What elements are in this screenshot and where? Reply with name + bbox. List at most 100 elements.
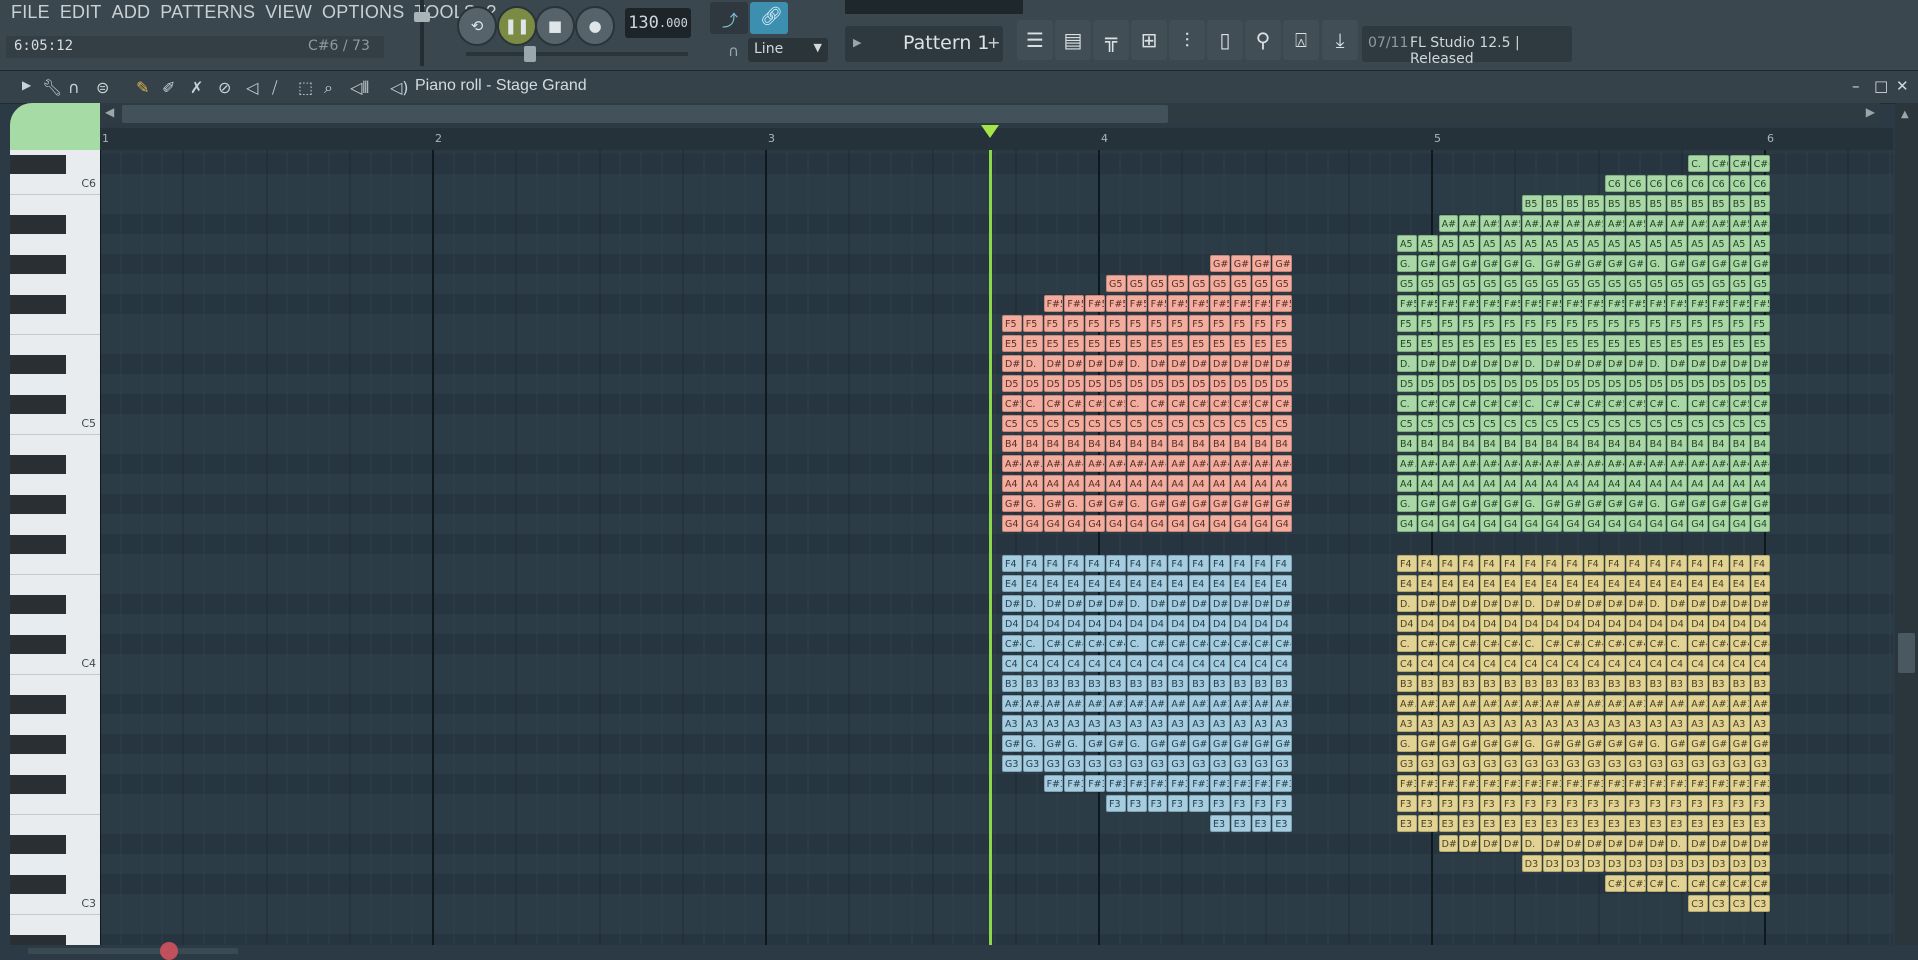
- black-key[interactable]: [10, 355, 66, 374]
- note-yellow[interactable]: G#.: [1501, 735, 1521, 752]
- note-yellow[interactable]: G#.: [1667, 735, 1688, 752]
- note-blue[interactable]: C.: [1022, 635, 1043, 652]
- note-green[interactable]: F#5: [1480, 295, 1500, 312]
- note-green[interactable]: G#.: [1688, 495, 1708, 512]
- note-green[interactable]: G5: [1501, 275, 1521, 292]
- note-blue[interactable]: F3: [1210, 795, 1230, 812]
- note-green[interactable]: A#5: [1709, 215, 1729, 232]
- menu-arrow-icon[interactable]: ▶: [22, 78, 31, 92]
- note-green[interactable]: A#5: [1459, 215, 1480, 232]
- note-yellow[interactable]: D.: [1667, 835, 1688, 852]
- menu-patterns[interactable]: PATTERNS: [155, 0, 260, 26]
- note-yellow[interactable]: D#4: [1667, 595, 1688, 612]
- note-yellow[interactable]: C.: [1667, 875, 1688, 892]
- note-blue[interactable]: A3: [1085, 715, 1105, 732]
- note-yellow[interactable]: C.: [1521, 635, 1542, 652]
- note-yellow[interactable]: D#4: [1542, 595, 1563, 612]
- note-green[interactable]: D#5: [1438, 355, 1459, 372]
- note-blue[interactable]: D#4: [1168, 595, 1189, 612]
- note-green[interactable]: A4: [1584, 475, 1604, 492]
- note-yellow[interactable]: G#.: [1605, 735, 1625, 752]
- note-green[interactable]: G4: [1605, 515, 1625, 532]
- note-red[interactable]: C5: [1085, 415, 1105, 432]
- note-yellow[interactable]: F4: [1438, 555, 1459, 572]
- note-yellow[interactable]: D#4: [1417, 595, 1438, 612]
- note-yellow[interactable]: E4: [1729, 575, 1750, 592]
- note-blue[interactable]: C4: [1106, 655, 1126, 672]
- note-yellow[interactable]: A#3: [1625, 695, 1646, 712]
- note-yellow[interactable]: B3: [1521, 675, 1542, 692]
- note-red[interactable]: F5: [1168, 315, 1189, 332]
- note-yellow[interactable]: F#3: [1709, 775, 1729, 792]
- note-red[interactable]: A#4: [1230, 455, 1251, 472]
- note-yellow[interactable]: C4: [1563, 655, 1584, 672]
- note-red[interactable]: F5: [1251, 315, 1272, 332]
- menu-file[interactable]: FILE: [6, 0, 55, 26]
- note-red[interactable]: E5: [1022, 335, 1043, 352]
- note-red[interactable]: F5: [1126, 315, 1147, 332]
- note-yellow[interactable]: D#4: [1584, 595, 1604, 612]
- note-blue[interactable]: F4: [1085, 555, 1105, 572]
- note-blue[interactable]: E4: [1043, 575, 1064, 592]
- note-yellow[interactable]: D#3: [1750, 835, 1771, 852]
- note-yellow[interactable]: E3: [1397, 815, 1417, 832]
- note-red[interactable]: D#5: [1168, 355, 1189, 372]
- note-blue[interactable]: G#.: [1106, 735, 1126, 752]
- note-red[interactable]: A4: [1043, 475, 1064, 492]
- note-red[interactable]: C#5: [1168, 395, 1189, 412]
- note-red[interactable]: D#5: [1043, 355, 1064, 372]
- note-yellow[interactable]: C4: [1542, 655, 1563, 672]
- note-green[interactable]: F#5: [1729, 295, 1750, 312]
- note-yellow[interactable]: F4: [1605, 555, 1625, 572]
- note-red[interactable]: F#5: [1210, 295, 1230, 312]
- note-yellow[interactable]: A3: [1709, 715, 1729, 732]
- note-green[interactable]: G#.: [1625, 255, 1646, 272]
- note-yellow[interactable]: D4: [1438, 615, 1459, 632]
- note-red[interactable]: G4: [1043, 515, 1064, 532]
- download-button[interactable]: ⤓: [1322, 20, 1358, 60]
- note-green[interactable]: G.: [1646, 495, 1667, 512]
- note-yellow[interactable]: C3: [1688, 895, 1708, 912]
- note-yellow[interactable]: C4: [1750, 655, 1771, 672]
- step-edit-button[interactable]: ⤴: [710, 2, 748, 34]
- note-green[interactable]: G4: [1584, 515, 1604, 532]
- note-green[interactable]: A#4: [1688, 455, 1708, 472]
- note-green[interactable]: B5: [1646, 195, 1667, 212]
- note-yellow[interactable]: F4: [1709, 555, 1729, 572]
- note-blue[interactable]: A3: [1002, 715, 1022, 732]
- note-yellow[interactable]: G#.: [1750, 735, 1771, 752]
- note-green[interactable]: C5: [1563, 415, 1584, 432]
- note-green[interactable]: A5: [1646, 235, 1667, 252]
- note-yellow[interactable]: C4: [1438, 655, 1459, 672]
- note-red[interactable]: A#4: [1251, 455, 1272, 472]
- note-yellow[interactable]: F4: [1625, 555, 1646, 572]
- note-red[interactable]: G4: [1106, 515, 1126, 532]
- typing-keyboard-button[interactable]: 🔗︎: [750, 2, 788, 34]
- note-blue[interactable]: G#.: [1272, 735, 1293, 752]
- note-green[interactable]: A#5: [1646, 215, 1667, 232]
- note-green[interactable]: D#5: [1709, 355, 1729, 372]
- black-key[interactable]: [10, 635, 66, 654]
- note-green[interactable]: C#5: [1480, 395, 1500, 412]
- note-blue[interactable]: C4: [1272, 655, 1293, 672]
- note-red[interactable]: G4: [1272, 515, 1293, 532]
- note-red[interactable]: D.: [1022, 355, 1043, 372]
- note-green[interactable]: G#.: [1750, 255, 1771, 272]
- note-blue[interactable]: D.: [1126, 595, 1147, 612]
- note-yellow[interactable]: D#4: [1459, 595, 1480, 612]
- piano-roll-button[interactable]: ╦: [1093, 20, 1129, 60]
- note-blue[interactable]: G#.: [1147, 735, 1168, 752]
- note-yellow[interactable]: B3: [1459, 675, 1480, 692]
- note-yellow[interactable]: E3: [1688, 815, 1708, 832]
- note-blue[interactable]: C#4: [1210, 635, 1230, 652]
- black-key[interactable]: [10, 395, 66, 414]
- note-green[interactable]: C#5: [1750, 395, 1771, 412]
- note-yellow[interactable]: D#4: [1729, 595, 1750, 612]
- note-green[interactable]: A4: [1563, 475, 1584, 492]
- note-yellow[interactable]: F3: [1729, 795, 1750, 812]
- project-info-button[interactable]: ▯: [1207, 20, 1243, 60]
- note-yellow[interactable]: B3: [1625, 675, 1646, 692]
- note-yellow[interactable]: G3: [1417, 755, 1438, 772]
- master-pitch-bar[interactable]: [466, 52, 688, 56]
- note-red[interactable]: G#.: [1106, 495, 1126, 512]
